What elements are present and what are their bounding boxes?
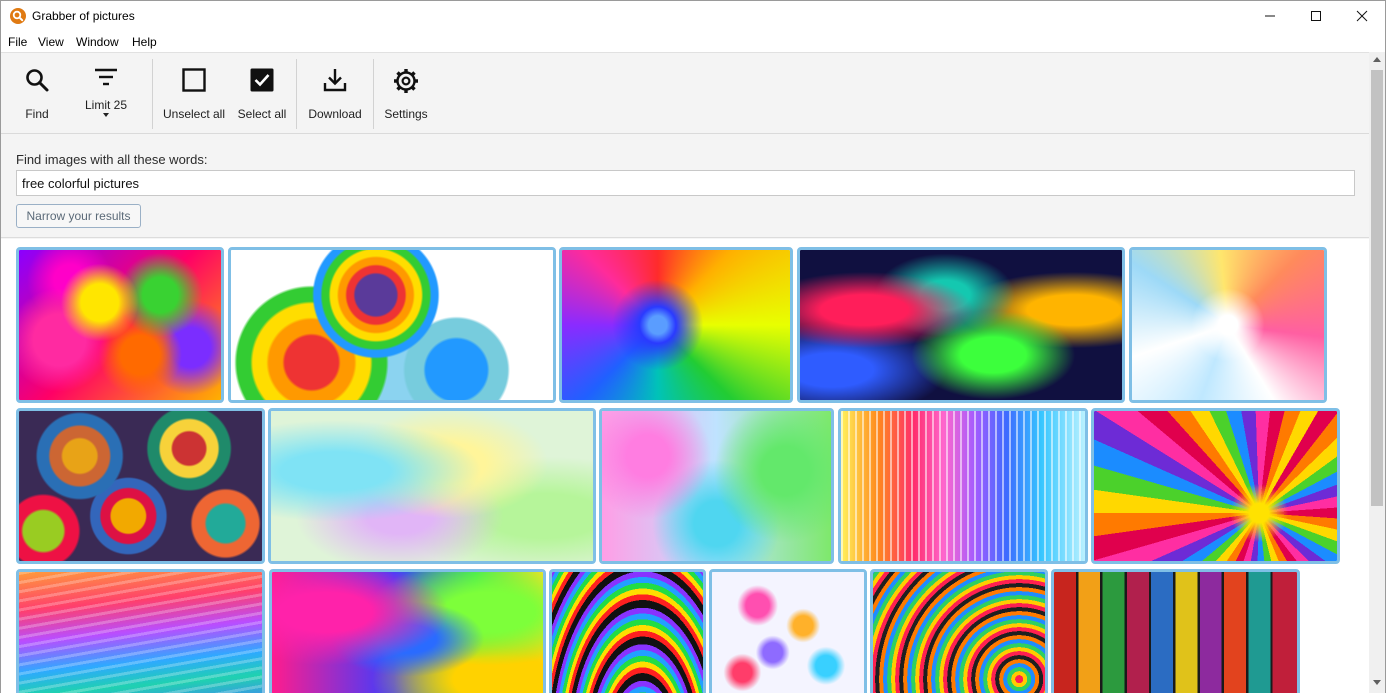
thumbnail-rainbow-swirls[interactable] — [228, 247, 556, 403]
thumbnail-abstract-paint[interactable] — [269, 569, 546, 693]
maximize-button[interactable] — [1293, 1, 1339, 32]
limit-label: Limit 25 — [84, 98, 128, 112]
limit-dropdown[interactable]: Limit 25 — [77, 53, 135, 133]
settings-label: Settings — [384, 107, 428, 121]
search-input[interactable] — [16, 170, 1355, 196]
thumbnail-rainbow-lines[interactable] — [838, 408, 1088, 564]
select-all-button[interactable]: Select all — [234, 53, 290, 133]
unselect-all-label: Unselect all — [162, 107, 226, 121]
rainbow-spiral-image — [1094, 411, 1337, 561]
maximize-icon — [1311, 11, 1321, 21]
colored-smoke-image — [800, 250, 1122, 400]
thumbnail-pastel-clouds[interactable] — [268, 408, 596, 564]
thumbnail-bokeh-hexagons[interactable] — [599, 408, 834, 564]
find-label: Find — [25, 107, 49, 121]
thumbnail-pastel-swirl[interactable] — [1129, 247, 1327, 403]
menu-window[interactable]: Window — [76, 35, 119, 49]
app-logo-icon — [10, 8, 26, 24]
toolbar-separator — [152, 59, 153, 129]
settings-button[interactable]: Settings — [379, 53, 433, 133]
filter-icon — [95, 68, 117, 86]
find-button[interactable]: Find — [11, 53, 63, 133]
rainbow-lines-image — [841, 411, 1085, 561]
minimize-button[interactable] — [1247, 1, 1293, 32]
close-icon — [1356, 10, 1368, 22]
minimize-icon — [1265, 15, 1275, 17]
results-gallery — [1, 239, 1369, 693]
thumbnail-floating-cubes[interactable] — [709, 569, 867, 693]
bokeh-hexagons-image — [602, 411, 831, 561]
close-button[interactable] — [1339, 1, 1385, 32]
gear-icon — [394, 69, 418, 93]
thumbnail-painted-wood[interactable] — [1051, 569, 1300, 693]
unselect-all-button[interactable]: Unselect all — [159, 53, 229, 133]
thumbnail-paint-splash[interactable] — [16, 247, 224, 403]
download-label: Download — [308, 107, 362, 121]
app-window: Grabber of pictures File View Window Hel… — [0, 0, 1386, 693]
color-burst-image — [562, 250, 790, 400]
paint-splash-image — [19, 250, 221, 400]
floating-cubes-image — [712, 572, 864, 693]
scroll-down-arrow-icon[interactable] — [1373, 680, 1381, 685]
menu-file[interactable]: File — [8, 35, 27, 49]
narrow-results-button[interactable]: Narrow your results — [16, 204, 141, 228]
rainbow-swirls-image — [231, 250, 553, 400]
select-all-label: Select all — [237, 107, 287, 121]
scrollbar-thumb[interactable] — [1371, 70, 1383, 506]
toolbar-separator — [296, 59, 297, 129]
pastel-swirl-image — [1132, 250, 1324, 400]
mandala-pattern-image — [19, 411, 262, 561]
menu-view[interactable]: View — [38, 35, 64, 49]
download-icon — [323, 69, 347, 92]
dropdown-arrow-icon — [103, 113, 109, 117]
painted-wood-image — [1054, 572, 1297, 693]
thumbnail-rainbow-waves[interactable] — [16, 569, 265, 693]
checkbox-checked-icon — [250, 68, 274, 92]
thumbnail-mandala-pattern[interactable] — [16, 408, 265, 564]
search-panel: Find images with all these words: Narrow… — [1, 134, 1369, 238]
toolbar-separator — [373, 59, 374, 129]
rainbow-waves-image — [19, 572, 262, 693]
title-bar: Grabber of pictures — [1, 1, 1385, 32]
window-title: Grabber of pictures — [32, 9, 135, 23]
search-label: Find images with all these words: — [16, 152, 208, 167]
menu-help[interactable]: Help — [132, 35, 157, 49]
download-button[interactable]: Download — [303, 53, 367, 133]
colorful-bracelets-image — [873, 572, 1045, 693]
menu-bar: File View Window Help — [1, 32, 1385, 52]
thumbnail-colored-smoke[interactable] — [797, 247, 1125, 403]
pastel-clouds-image — [271, 411, 593, 561]
search-icon — [26, 69, 49, 92]
checkbox-empty-icon — [182, 68, 206, 92]
thumbnail-colorful-bracelets[interactable] — [870, 569, 1048, 693]
thumbnail-rainbow-spiral[interactable] — [1091, 408, 1340, 564]
scroll-up-arrow-icon[interactable] — [1373, 57, 1381, 62]
thumbnail-neon-stripes[interactable] — [549, 569, 706, 693]
vertical-scrollbar[interactable] — [1369, 52, 1385, 693]
abstract-paint-image — [272, 572, 543, 693]
toolbar: Find Limit 25 Unselect all Select all Do… — [1, 52, 1369, 134]
neon-stripes-image — [552, 572, 703, 693]
thumbnail-color-burst[interactable] — [559, 247, 793, 403]
